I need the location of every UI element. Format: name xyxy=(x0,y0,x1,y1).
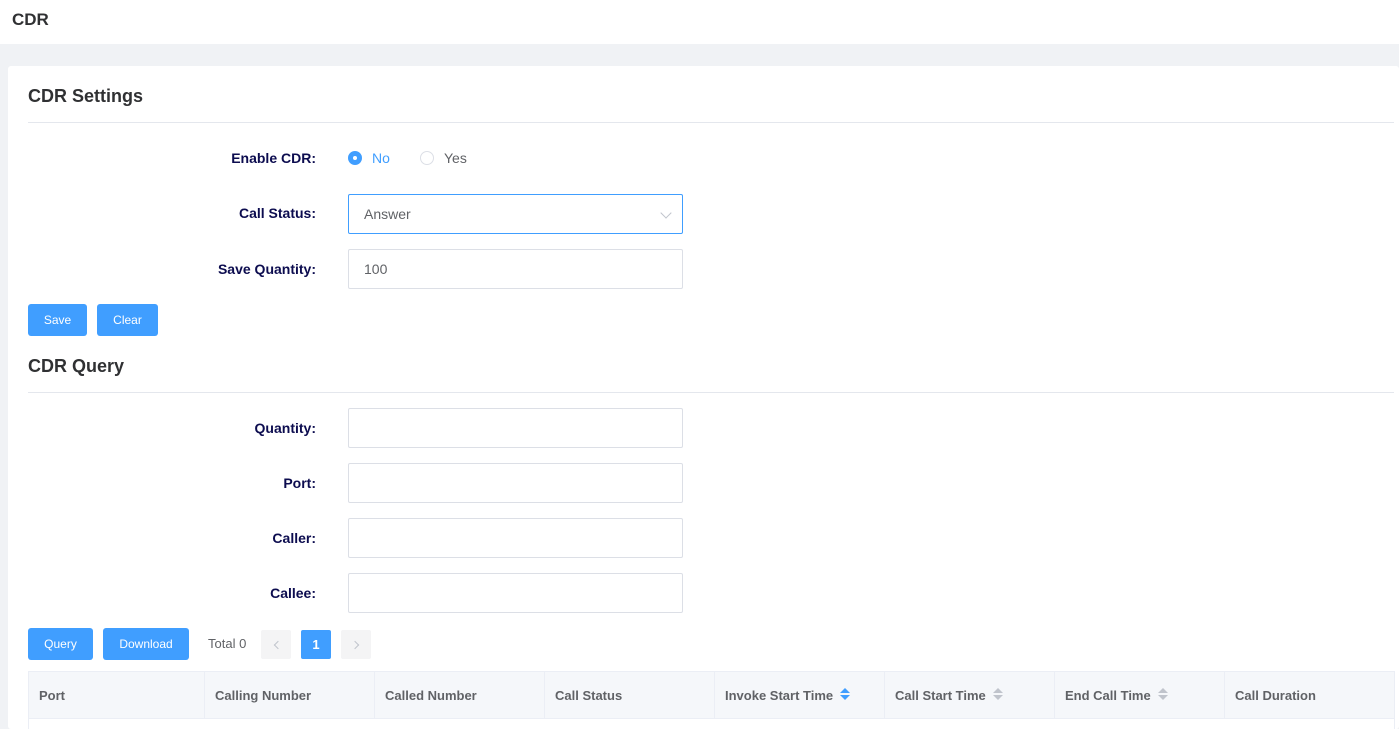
next-page-button[interactable] xyxy=(341,630,371,659)
caller-label: Caller: xyxy=(272,530,316,546)
chevron-left-icon xyxy=(273,640,282,649)
save-quantity-label: Save Quantity: xyxy=(217,261,316,277)
prev-page-button[interactable] xyxy=(261,630,291,659)
port-label: Port: xyxy=(283,475,316,491)
quantity-input[interactable] xyxy=(348,408,683,448)
caller-input[interactable] xyxy=(348,518,683,558)
top-bar: CDR xyxy=(0,0,1399,44)
query-divider xyxy=(28,392,1394,393)
total-count: Total 0 xyxy=(208,636,247,651)
save-button[interactable]: Save xyxy=(28,304,87,336)
call-status-select[interactable]: Answer xyxy=(348,194,683,234)
page-number-button[interactable]: 1 xyxy=(301,630,331,659)
sort-icon[interactable] xyxy=(992,688,1003,702)
callee-label: Callee: xyxy=(270,585,316,601)
query-button[interactable]: Query xyxy=(28,628,93,660)
settings-section-title: CDR Settings xyxy=(28,86,144,106)
table-header: Port Calling Number Called Number Call S… xyxy=(29,672,1394,719)
download-button[interactable]: Download xyxy=(103,628,189,660)
column-called-number: Called Number xyxy=(375,672,545,718)
settings-divider xyxy=(28,122,1394,123)
column-call-duration: Call Duration xyxy=(1235,687,1316,703)
call-status-value: Answer xyxy=(364,206,411,222)
radio-icon xyxy=(348,151,362,165)
sort-icon[interactable] xyxy=(840,688,851,702)
column-invoke-start-time[interactable]: Invoke Start Time xyxy=(715,672,885,718)
column-calling-number: Calling Number xyxy=(205,672,375,718)
column-call-status: Call Status xyxy=(545,672,715,718)
callee-input[interactable] xyxy=(348,573,683,613)
column-port: Port xyxy=(29,672,205,718)
enable-cdr-label: Enable CDR: xyxy=(231,150,316,166)
save-quantity-input[interactable] xyxy=(348,249,683,289)
sort-icon[interactable] xyxy=(1157,688,1168,702)
enable-cdr-radio-no[interactable]: No xyxy=(348,149,390,167)
radio-no-label: No xyxy=(372,150,390,166)
page-title: CDR xyxy=(12,10,49,29)
quantity-label: Quantity: xyxy=(254,420,316,436)
port-input[interactable] xyxy=(348,463,683,503)
chevron-down-icon xyxy=(660,207,672,219)
column-end-call-time[interactable]: End Call Time xyxy=(1055,672,1225,718)
clear-button[interactable]: Clear xyxy=(97,304,158,336)
cdr-table: Port Calling Number Called Number Call S… xyxy=(28,671,1395,729)
enable-cdr-radio-yes[interactable]: Yes xyxy=(420,149,467,167)
call-status-label: Call Status: xyxy=(238,205,316,221)
column-call-start-time[interactable]: Call Start Time xyxy=(885,672,1055,718)
radio-yes-label: Yes xyxy=(444,150,467,166)
query-section-title: CDR Query xyxy=(28,356,125,376)
radio-icon xyxy=(420,151,434,165)
chevron-right-icon xyxy=(350,640,359,649)
